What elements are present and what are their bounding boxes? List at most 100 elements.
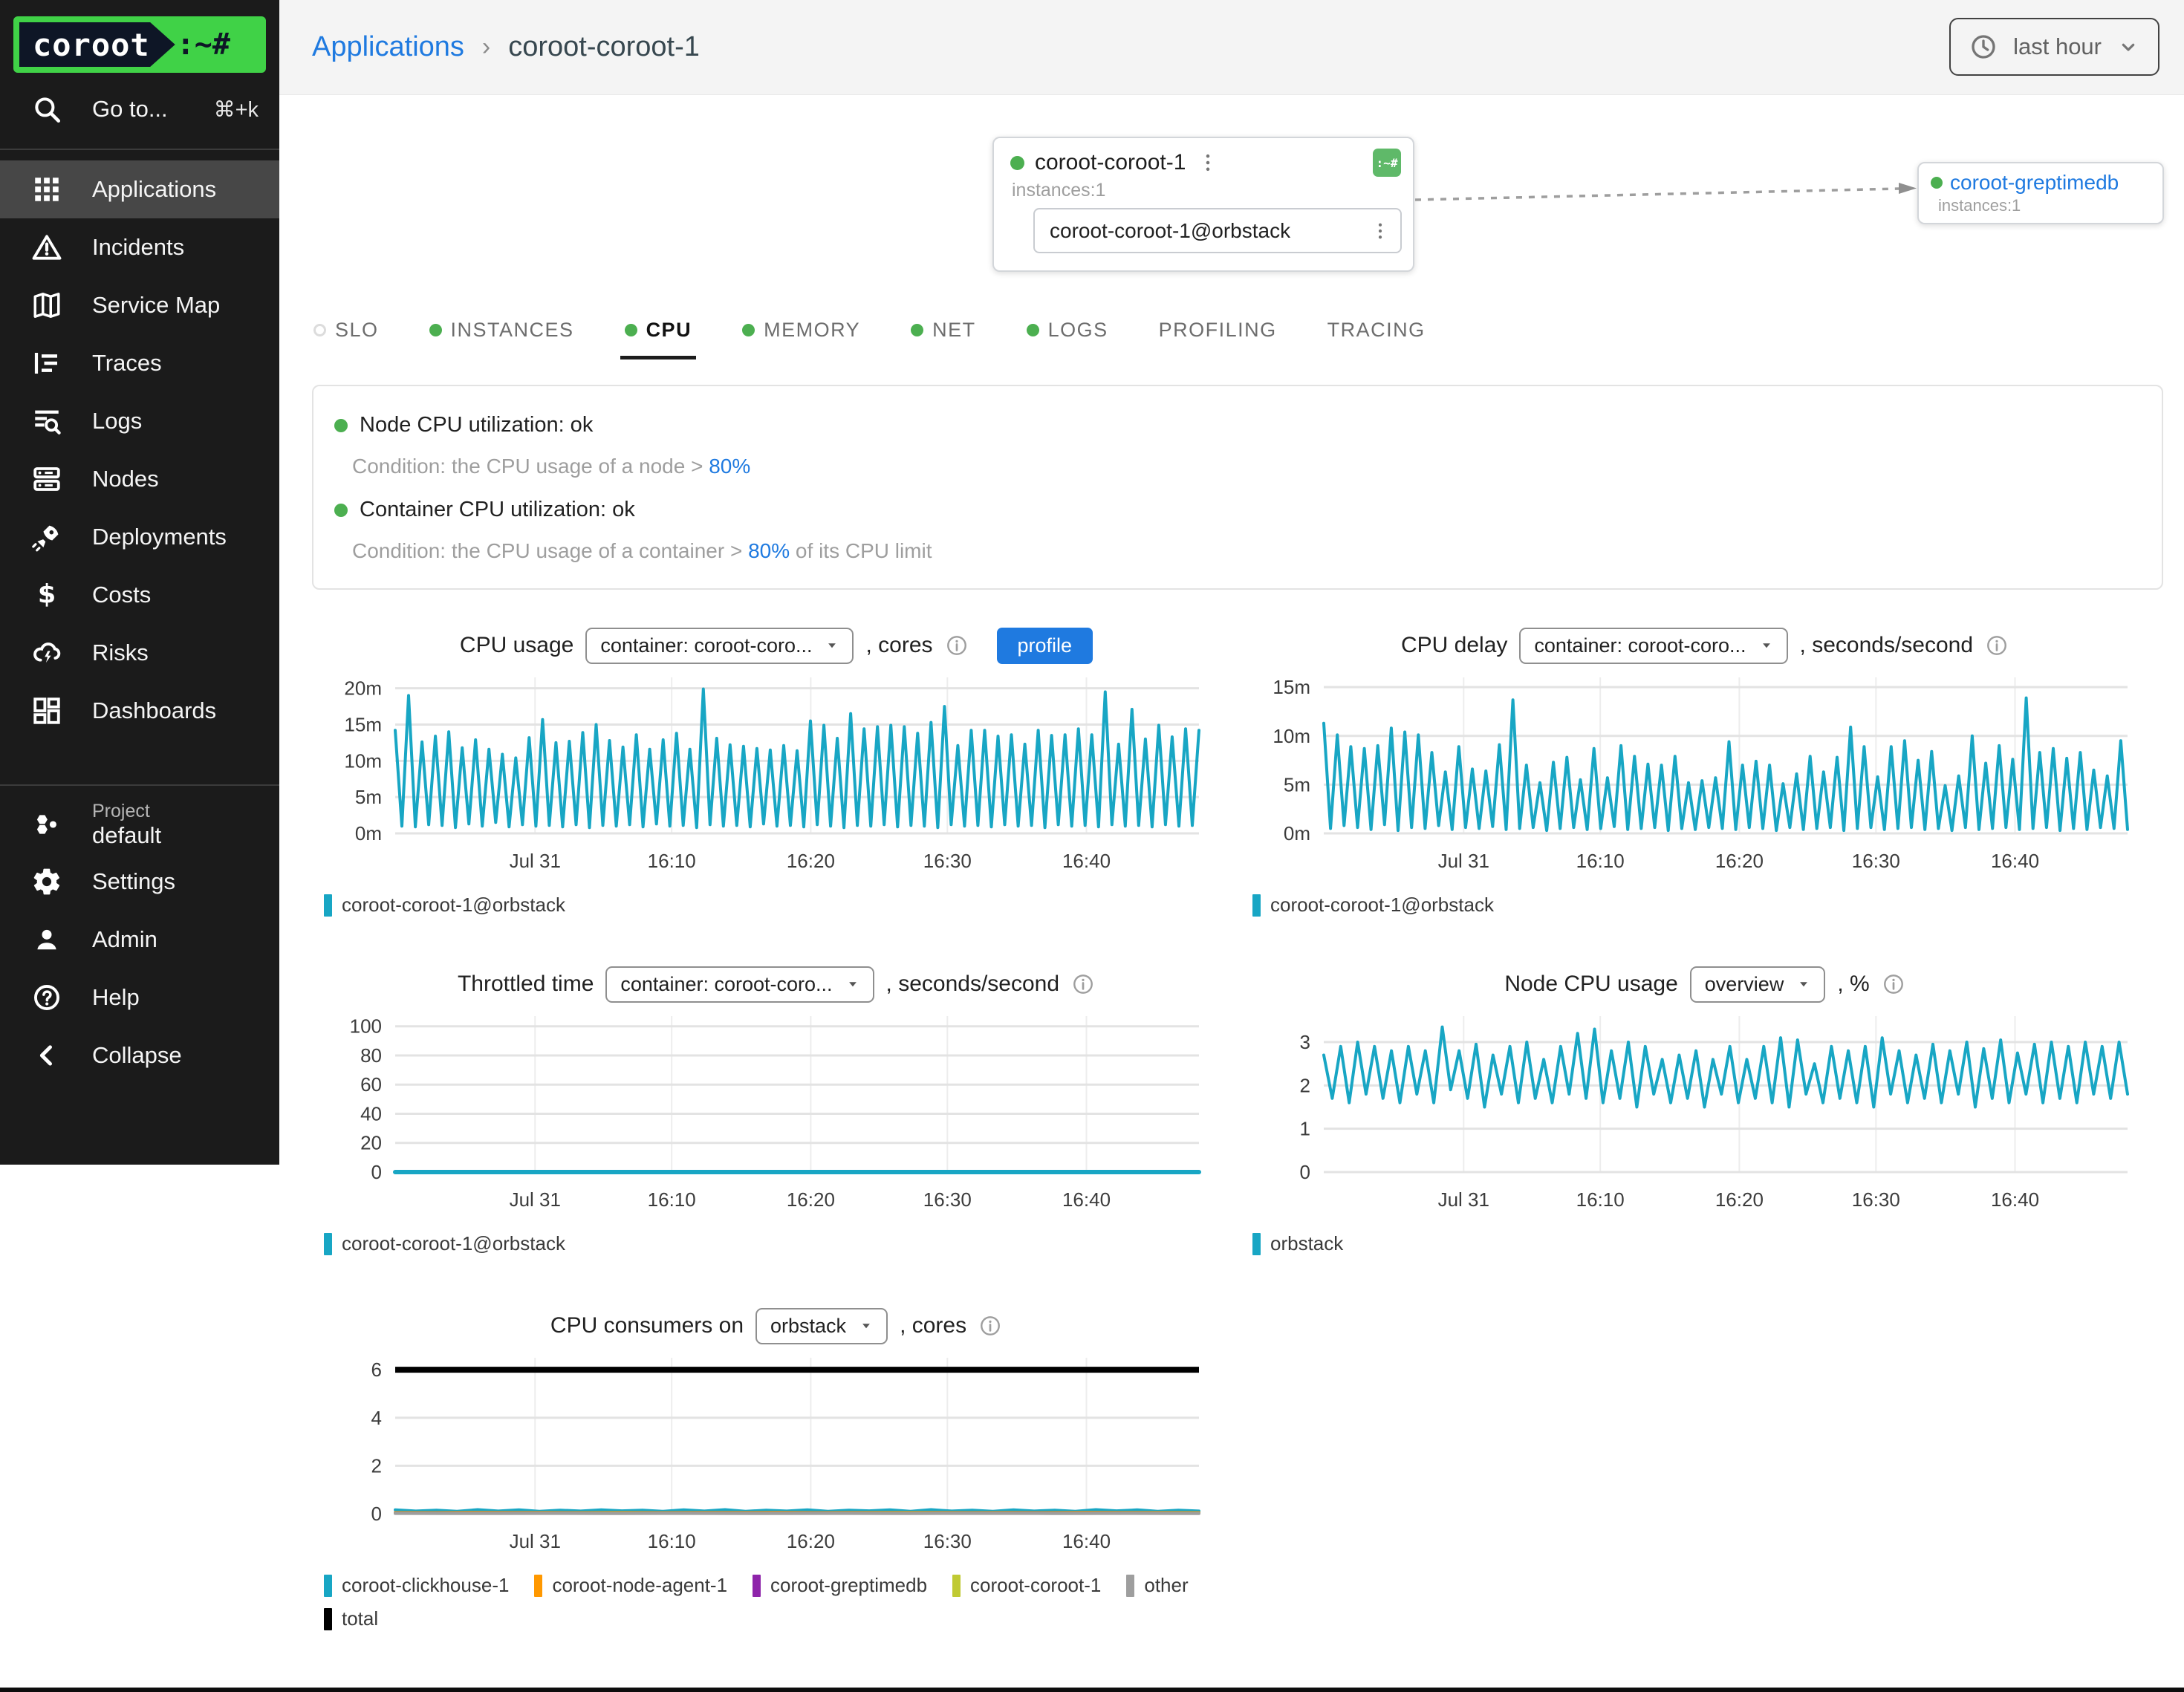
svg-text:0m: 0m <box>1284 822 1310 845</box>
tab-net[interactable]: NET <box>909 311 978 349</box>
tab-label: MEMORY <box>764 319 860 342</box>
cpu-delay-selector[interactable]: container: coroot-coro... <box>1519 628 1787 664</box>
svg-text:16:20: 16:20 <box>1715 1188 1764 1211</box>
cpu-consumers-selector[interactable]: orbstack <box>755 1308 888 1344</box>
tab-label: LOGS <box>1048 319 1108 342</box>
profile-button[interactable]: profile <box>997 628 1093 664</box>
legend-item[interactable]: coroot-clickhouse-1 <box>324 1574 509 1597</box>
cpu-usage-selector[interactable]: container: coroot-coro... <box>585 628 854 664</box>
time-range-picker[interactable]: last hour <box>1949 18 2159 76</box>
legend-swatch <box>1252 894 1261 917</box>
legend-item[interactable]: coroot-coroot-1 <box>952 1574 1101 1597</box>
throttled-time-info-icon[interactable] <box>1071 972 1095 996</box>
dep-node-link[interactable]: coroot-greptimedb <box>1950 171 2119 195</box>
sidebar-item-service-map[interactable]: Service Map <box>0 276 279 334</box>
tab-label: PROFILING <box>1159 319 1277 342</box>
app-kebab-icon[interactable] <box>1196 151 1220 175</box>
breadcrumb-current: coroot-coroot-1 <box>508 31 700 63</box>
svg-text:Jul 31: Jul 31 <box>510 1530 561 1552</box>
sidebar-item-label: Incidents <box>92 234 184 261</box>
cpu-delay-info-icon[interactable] <box>1985 634 2009 657</box>
legend-item[interactable]: coroot-coroot-1@orbstack <box>1252 894 1494 917</box>
sidebar-project[interactable]: Project default <box>0 796 279 853</box>
sidebar-goto[interactable]: Go to... ⌘+k <box>0 80 279 138</box>
cpu-consumers-info-icon[interactable] <box>978 1314 1002 1338</box>
cpu-delay-unit: , seconds/second <box>1800 633 1973 658</box>
check-threshold-link[interactable]: 80% <box>748 539 790 562</box>
sidebar-item-collapse[interactable]: Collapse <box>0 1026 279 1084</box>
node-cpu-usage-selector[interactable]: overview <box>1690 966 1826 1003</box>
gear-icon <box>31 866 62 897</box>
legend-item[interactable]: orbstack <box>1252 1232 1343 1255</box>
check-condition: Condition: the CPU usage of a container … <box>352 539 932 563</box>
cpu-usage-info-icon[interactable] <box>945 634 969 657</box>
svg-text:16:40: 16:40 <box>1062 850 1111 872</box>
legend-label: coroot-coroot-1@orbstack <box>1270 894 1494 917</box>
legend-item[interactable]: other <box>1126 1574 1188 1597</box>
sidebar-item-applications[interactable]: Applications <box>0 160 279 218</box>
legend-swatch <box>1252 1233 1261 1255</box>
svg-text:2: 2 <box>371 1454 382 1477</box>
logs-icon <box>31 406 62 437</box>
sidebar-item-traces[interactable]: Traces <box>0 334 279 392</box>
sidebar-item-incidents[interactable]: Incidents <box>0 218 279 276</box>
tab-cpu[interactable]: CPU <box>623 311 694 349</box>
logo-wordmark: coroot <box>19 22 175 67</box>
cpu-consumers-unit: , cores <box>900 1313 966 1338</box>
tab-label: SLO <box>335 319 379 342</box>
app-instances-label: instances:1 <box>994 175 1413 201</box>
sidebar-item-settings[interactable]: Settings <box>0 853 279 911</box>
tab-instances[interactable]: INSTANCES <box>428 311 576 349</box>
legend-label: coroot-coroot-1@orbstack <box>342 1232 565 1255</box>
breadcrumb-applications-link[interactable]: Applications <box>312 31 464 63</box>
report-tabs: SLO INSTANCES CPU MEMORY NET LOGS PROFILING TRA… <box>312 308 1427 352</box>
tab-label: NET <box>932 319 976 342</box>
svg-text:16:40: 16:40 <box>1062 1530 1111 1552</box>
sidebar-item-costs[interactable]: $Costs <box>0 566 279 624</box>
legend-label: coroot-node-agent-1 <box>552 1574 727 1597</box>
tab-slo[interactable]: SLO <box>312 311 380 349</box>
sidebar-item-logs[interactable]: Logs <box>0 392 279 450</box>
check-threshold-link[interactable]: 80% <box>709 455 750 478</box>
svg-text:20m: 20m <box>344 677 382 700</box>
legend-swatch <box>324 1575 332 1597</box>
legend-swatch <box>952 1575 961 1597</box>
tab-label: TRACING <box>1327 319 1426 342</box>
sidebar-item-risks[interactable]: Risks <box>0 624 279 682</box>
sidebar-item-dashboards[interactable]: Dashboards <box>0 682 279 740</box>
svg-text:10m: 10m <box>1273 725 1310 747</box>
throttled-time-selector[interactable]: container: coroot-coro... <box>605 966 874 1003</box>
check-row: Container CPU utilization: ok <box>334 498 635 522</box>
coroot-logo[interactable]: coroot :~# <box>13 16 266 73</box>
sidebar: coroot :~# Go to... ⌘+k Applications Inci… <box>0 0 279 1165</box>
svg-text:16:20: 16:20 <box>1715 850 1764 872</box>
instance-kebab-icon[interactable] <box>1369 220 1391 242</box>
sidebar-item-admin[interactable]: Admin <box>0 911 279 969</box>
tab-logs[interactable]: LOGS <box>1025 311 1110 349</box>
cpu-consumers-legend: coroot-clickhouse-1 coroot-node-agent-1 co… <box>312 1574 1223 1630</box>
tab-memory[interactable]: MEMORY <box>741 311 862 349</box>
sidebar-item-nodes[interactable]: Nodes <box>0 450 279 508</box>
sidebar-divider <box>0 149 279 150</box>
svg-text:16:10: 16:10 <box>648 1188 696 1211</box>
node-cpu-usage-legend: orbstack <box>1241 1232 2151 1255</box>
legend-item[interactable]: coroot-coroot-1@orbstack <box>324 894 565 917</box>
legend-item[interactable]: coroot-greptimedb <box>753 1574 927 1597</box>
sidebar-item-help[interactable]: Help <box>0 969 279 1026</box>
tab-profiling[interactable]: PROFILING <box>1157 311 1278 349</box>
sidebar-item-deployments[interactable]: Deployments <box>0 508 279 566</box>
search-icon <box>31 94 62 125</box>
legend-item[interactable]: coroot-coroot-1@orbstack <box>324 1232 565 1255</box>
svg-text:10m: 10m <box>344 749 382 772</box>
legend-item[interactable]: total <box>324 1607 378 1630</box>
sidebar-item-label: Risks <box>92 640 149 666</box>
legend-label: coroot-clickhouse-1 <box>342 1574 509 1597</box>
cpu-delay-legend: coroot-coroot-1@orbstack <box>1241 894 2151 917</box>
tab-tracing[interactable]: TRACING <box>1326 311 1427 349</box>
chart-cpu-usage: CPU usagecontainer: coroot-coro..., core… <box>312 624 1241 917</box>
node-cpu-usage-info-icon[interactable] <box>1882 972 1905 996</box>
instance-pill[interactable]: coroot-coroot-1@orbstack <box>1033 208 1402 253</box>
sidebar-item-label: Deployments <box>92 524 227 550</box>
legend-item[interactable]: coroot-node-agent-1 <box>534 1574 727 1597</box>
svg-text:16:30: 16:30 <box>1852 1188 1900 1211</box>
